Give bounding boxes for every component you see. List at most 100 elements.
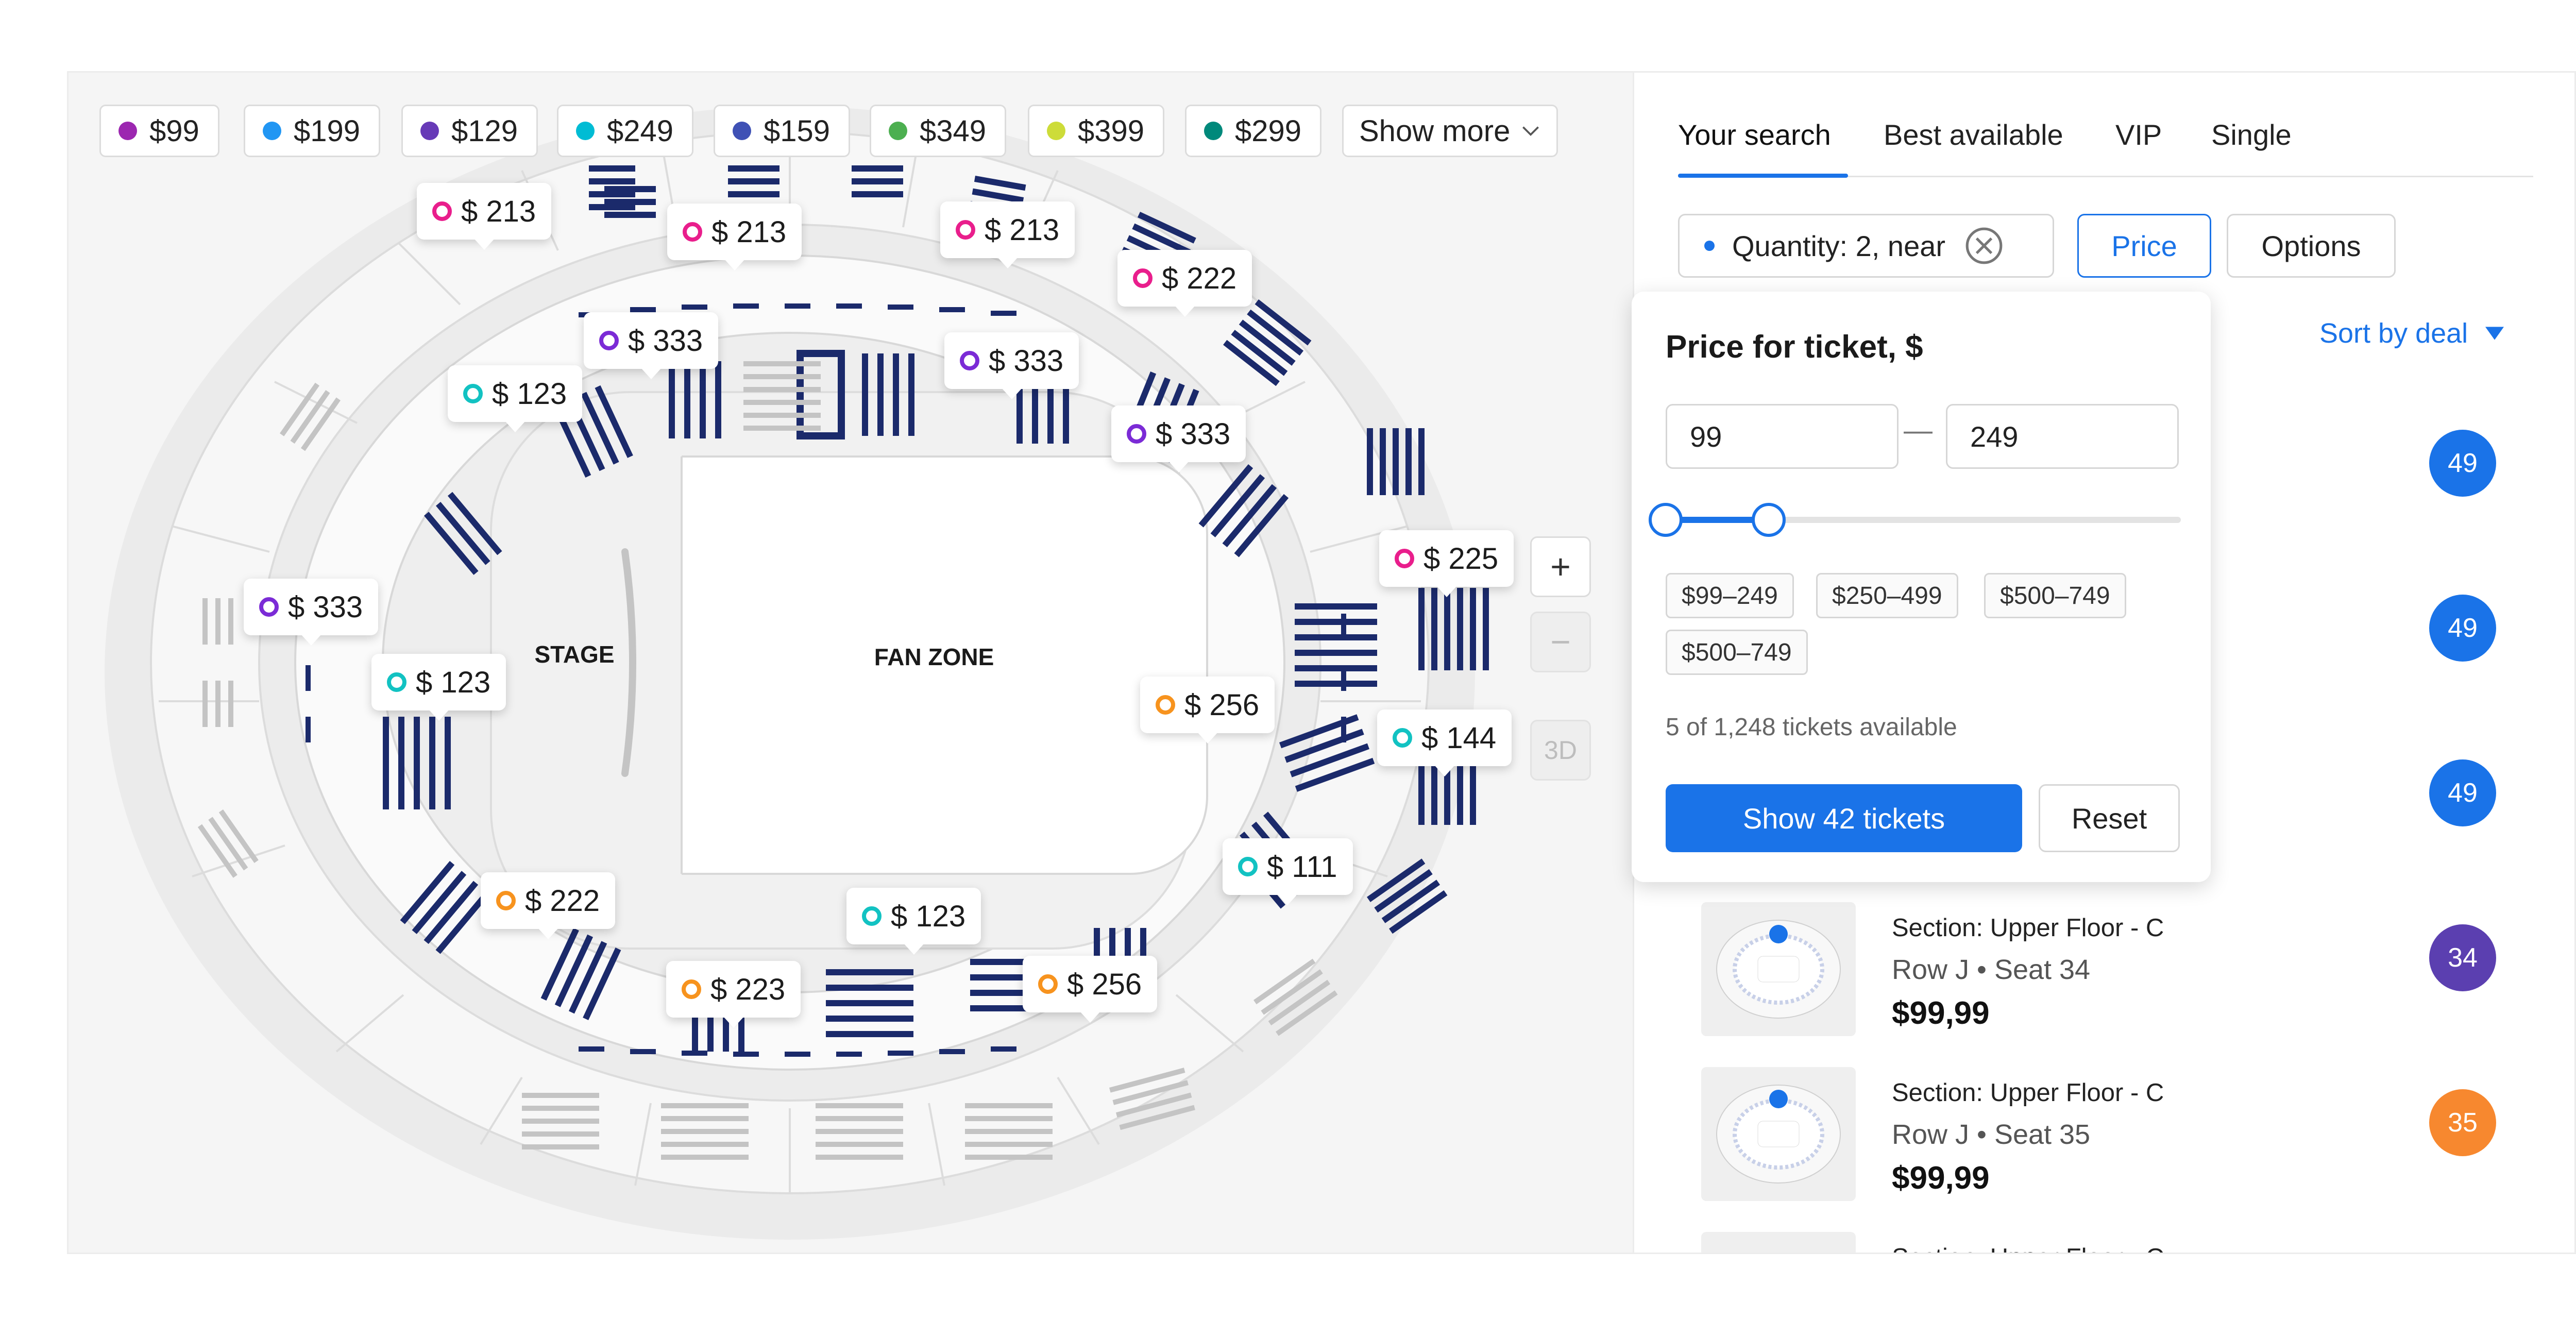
price-pin[interactable]: $ 223 xyxy=(666,961,801,1028)
price-pin-marker xyxy=(1238,857,1258,876)
price-pin[interactable]: $ 213 xyxy=(940,201,1075,268)
fan-zone-left-edge xyxy=(682,456,898,874)
price-color-dot xyxy=(1047,122,1065,140)
legend-chip[interactable]: $249 xyxy=(557,105,694,157)
price-slider-max-handle[interactable] xyxy=(1752,503,1786,537)
price-pin-label: $ 256 xyxy=(1067,967,1142,1001)
listing-section: Section: Upper Floor - C xyxy=(1892,914,2164,942)
price-pin[interactable]: $ 256 xyxy=(1023,956,1158,1023)
price-pin-label: $ 333 xyxy=(989,344,1064,378)
price-pin[interactable]: $ 123 xyxy=(448,365,583,432)
range-separator: — xyxy=(1904,414,1933,446)
legend-chip[interactable]: $199 xyxy=(244,105,381,157)
3d-label: 3D xyxy=(1544,736,1577,765)
price-pin-label: $ 213 xyxy=(461,194,536,228)
price-pin[interactable]: $ 123 xyxy=(846,888,981,955)
tab-single[interactable]: Single xyxy=(2211,118,2292,151)
price-slider-min-handle[interactable] xyxy=(1649,503,1683,537)
zoom-out-button[interactable]: − xyxy=(1530,612,1591,672)
options-filter-button[interactable]: Options xyxy=(2227,214,2396,278)
price-pin[interactable]: $ 256 xyxy=(1140,677,1275,743)
listing-row-seat: Row J • Seat 34 xyxy=(1892,954,2091,985)
price-range-chip[interactable]: $250–499 xyxy=(1816,573,1958,618)
price-pin-label: $ 111 xyxy=(1267,850,1337,884)
price-pin[interactable]: $ 225 xyxy=(1379,530,1514,597)
stage-label: STAGE xyxy=(534,641,614,668)
legend-chip[interactable]: $159 xyxy=(714,105,851,157)
legend-label: $249 xyxy=(607,114,674,148)
price-pin-marker xyxy=(496,891,516,910)
legend-chip[interactable]: $349 xyxy=(870,105,1007,157)
price-pin[interactable]: $ 333 xyxy=(584,312,719,379)
sort-label: Sort by deal xyxy=(2319,318,2468,349)
price-pin-marker xyxy=(862,906,882,926)
price-color-dot xyxy=(420,122,439,140)
tab-your-search[interactable]: Your search xyxy=(1678,118,1831,151)
active-tab-indicator xyxy=(1678,174,1848,178)
arena-map[interactable]: STAGE FAN ZONE xyxy=(69,73,1633,1253)
price-range-chip[interactable]: $500–749 xyxy=(1666,630,1808,675)
listing-item[interactable]: Section: Upper Floor - C Row J • Seat 35… xyxy=(1701,1067,2526,1211)
price-color-dot xyxy=(576,122,595,140)
price-color-dot xyxy=(889,122,907,140)
price-pin-label: $ 225 xyxy=(1423,542,1499,576)
listing-item[interactable]: Section: Upper Floor - C xyxy=(1701,1232,2526,1253)
price-pin[interactable]: $ 222 xyxy=(1117,250,1252,317)
filter-dot-icon xyxy=(1704,241,1715,251)
price-pin-label: $ 144 xyxy=(1421,721,1497,755)
price-pin[interactable]: $ 333 xyxy=(244,579,379,646)
legend-label: $399 xyxy=(1078,114,1145,148)
listing-item[interactable]: Section: Upper Floor - C Row J • Seat 34… xyxy=(1701,902,2526,1046)
price-color-dot xyxy=(733,122,751,140)
price-pin-label: $ 223 xyxy=(710,972,786,1006)
price-pin[interactable]: $ 333 xyxy=(1111,405,1246,472)
price-pin-marker xyxy=(387,672,406,692)
price-pin[interactable]: $ 111 xyxy=(1223,838,1353,905)
price-pin[interactable]: $ 123 xyxy=(371,654,506,721)
quantity-filter-chip[interactable]: Quantity: 2, near xyxy=(1678,214,2054,278)
max-price-input[interactable] xyxy=(1946,404,2179,469)
legend-chip[interactable]: $129 xyxy=(401,105,538,157)
price-color-dot xyxy=(1204,122,1223,140)
minus-icon: − xyxy=(1550,622,1571,662)
seat-view-thumbnail xyxy=(1701,902,1856,1036)
min-price-input[interactable] xyxy=(1666,404,1899,469)
price-pin-marker xyxy=(1133,268,1153,288)
price-pin-label: $ 222 xyxy=(525,884,600,918)
price-pin-marker xyxy=(1393,728,1412,748)
show-more-button[interactable]: Show more xyxy=(1342,105,1558,157)
legend-chip[interactable]: $399 xyxy=(1028,105,1165,157)
price-pin[interactable]: $ 333 xyxy=(944,332,1079,399)
price-pin-marker xyxy=(1156,695,1175,715)
price-range-chip[interactable]: $500–749 xyxy=(1984,573,2126,618)
price-pin[interactable]: $ 222 xyxy=(481,872,616,939)
tab-vip[interactable]: VIP xyxy=(2115,118,2162,151)
show-tickets-button[interactable]: Show 42 tickets xyxy=(1666,784,2022,852)
price-pin[interactable]: $ 213 xyxy=(667,204,802,270)
plus-icon: + xyxy=(1550,547,1571,586)
sort-dropdown[interactable]: Sort by deal xyxy=(2319,317,2504,349)
price-pin[interactable]: $ 213 xyxy=(417,183,552,250)
price-pin-label: $ 123 xyxy=(416,665,491,699)
price-range-chip[interactable]: $99–249 xyxy=(1666,573,1794,618)
price-pin-marker xyxy=(956,220,975,240)
price-pin-marker xyxy=(1395,549,1414,568)
legend-chip[interactable]: $99 xyxy=(99,105,219,157)
price-pin-label: $ 333 xyxy=(628,324,703,358)
price-pin-label: $ 213 xyxy=(711,215,787,249)
legend-label: $349 xyxy=(920,114,987,148)
popover-title: Price for ticket, $ xyxy=(1666,329,1923,365)
legend-label: $299 xyxy=(1235,114,1302,148)
price-color-dot xyxy=(118,122,137,140)
reset-button[interactable]: Reset xyxy=(2039,784,2180,852)
price-pin[interactable]: $ 144 xyxy=(1377,709,1512,776)
legend-chip[interactable]: $299 xyxy=(1185,105,1322,157)
tab-best-available[interactable]: Best available xyxy=(1884,118,2063,151)
listing-section: Section: Upper Floor - C xyxy=(1892,1243,2164,1253)
legend-label: $129 xyxy=(451,114,518,148)
clear-filter-icon[interactable] xyxy=(1963,225,2005,267)
3d-view-button[interactable]: 3D xyxy=(1530,720,1591,781)
price-filter-button[interactable]: Price xyxy=(2077,214,2211,278)
seat-map-panel[interactable]: STAGE FAN ZONE $99 $199 $129 $249 $159 $… xyxy=(69,73,1634,1253)
zoom-in-button[interactable]: + xyxy=(1530,536,1591,597)
